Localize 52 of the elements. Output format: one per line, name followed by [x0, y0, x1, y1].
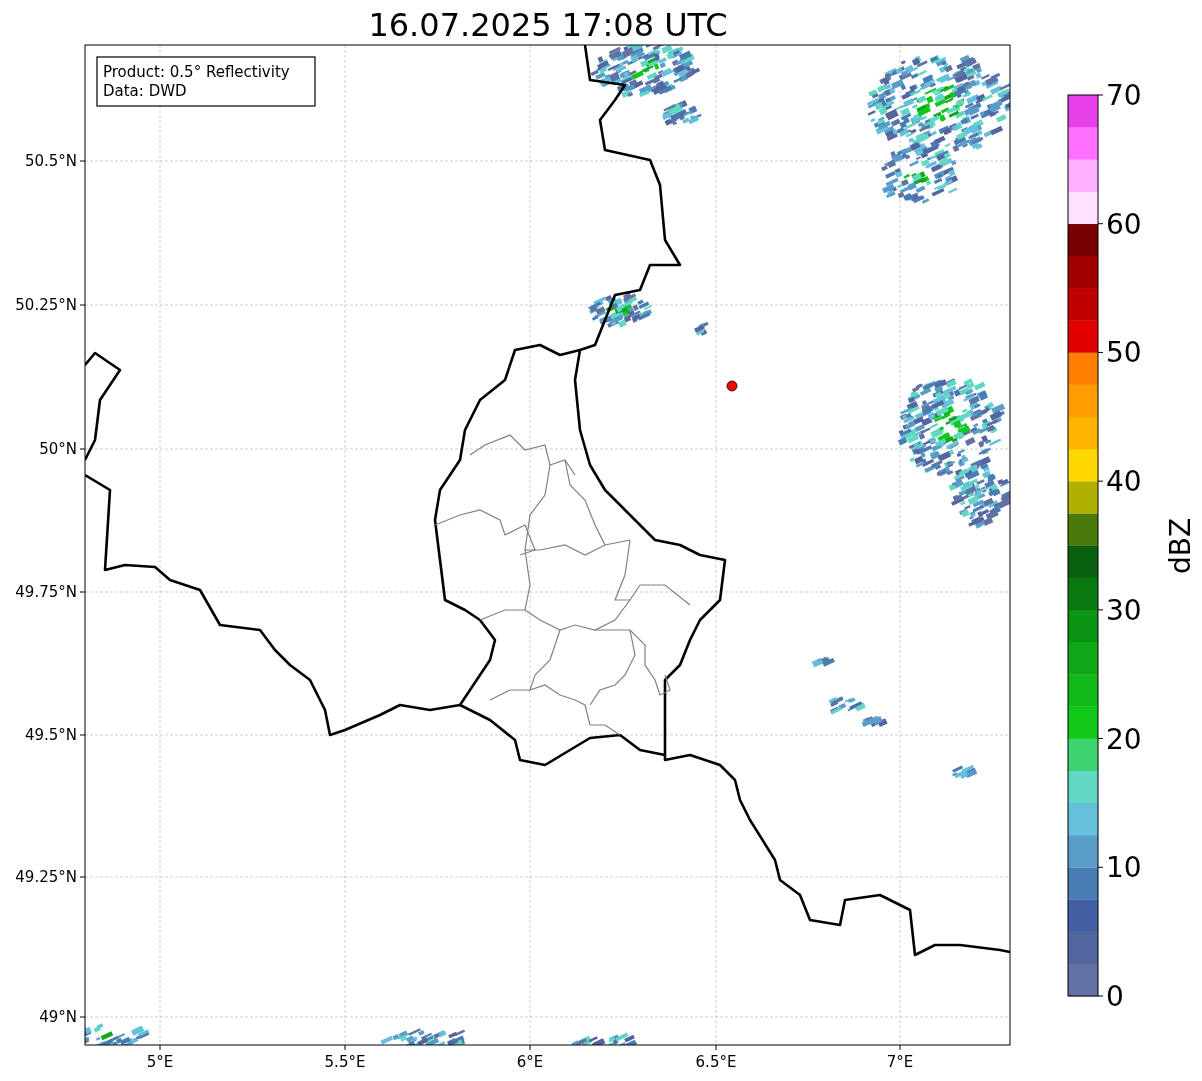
colorbar-tick-label: 20	[1106, 722, 1142, 756]
colorbar-label: dBZ	[1164, 517, 1197, 575]
axis-tick-label: 50.5°N	[24, 152, 77, 170]
colorbar-tick-label: 40	[1106, 465, 1142, 499]
radar-echo	[587, 292, 653, 328]
tick-mark	[1097, 609, 1104, 611]
tick-mark	[79, 876, 86, 878]
radar-echo	[952, 764, 978, 779]
tick-mark	[159, 1044, 161, 1051]
tick-mark	[715, 1044, 717, 1051]
radar-echo	[571, 1032, 638, 1045]
tick-mark	[1097, 223, 1104, 225]
radar-echo	[694, 321, 709, 336]
legend-text: Product: 0.5° Reflectivity	[103, 63, 290, 81]
radar-echo	[811, 656, 835, 668]
axis-tick-label: 49.25°N	[15, 868, 77, 886]
colorbar-tick-label: 70	[1106, 79, 1142, 112]
axis-tick-label: 6°E	[516, 1053, 544, 1071]
colorbar-tick-label: 10	[1106, 851, 1142, 885]
axis-tick-label: 50.25°N	[15, 296, 77, 314]
tick-mark	[1097, 351, 1104, 353]
radar-echo	[85, 1023, 150, 1045]
colorbar-tick-label: 50	[1106, 336, 1142, 370]
axis-tick-label: 7°E	[886, 1053, 914, 1071]
tick-mark	[1097, 995, 1104, 997]
radar-echo	[661, 100, 702, 126]
tick-mark	[79, 591, 86, 593]
axis-tick-label: 5°E	[146, 1053, 174, 1071]
tick-mark	[79, 1016, 86, 1018]
tick-mark	[1097, 866, 1104, 868]
tick-mark	[899, 1044, 901, 1051]
colorbar-tick-label: 30	[1106, 593, 1142, 627]
tick-mark	[1097, 738, 1104, 740]
tick-mark	[1097, 94, 1104, 96]
tick-mark	[529, 1044, 531, 1051]
axis-tick-label: 6.5°E	[695, 1053, 737, 1071]
tick-mark	[79, 734, 86, 736]
tick-mark	[79, 304, 86, 306]
tick-mark	[344, 1044, 346, 1051]
chart-title: 16.07.2025 17:08 UTC	[368, 6, 728, 44]
axis-tick-label: 49.75°N	[15, 583, 77, 601]
tick-mark	[79, 448, 86, 450]
axis-tick-label: 5.5°E	[324, 1053, 366, 1071]
legend-text: Data: DWD	[103, 82, 187, 100]
axis-tick-label: 49.5°N	[24, 726, 77, 744]
axis-tick-label: 50°N	[39, 440, 77, 458]
colorbar-tick-label: 0	[1106, 980, 1124, 1013]
tick-mark	[1097, 480, 1104, 482]
axis-tick-label: 49°N	[39, 1008, 77, 1026]
colorbar-tick-label: 60	[1106, 207, 1142, 241]
tick-mark	[79, 160, 86, 162]
radar-site-marker	[726, 380, 738, 392]
